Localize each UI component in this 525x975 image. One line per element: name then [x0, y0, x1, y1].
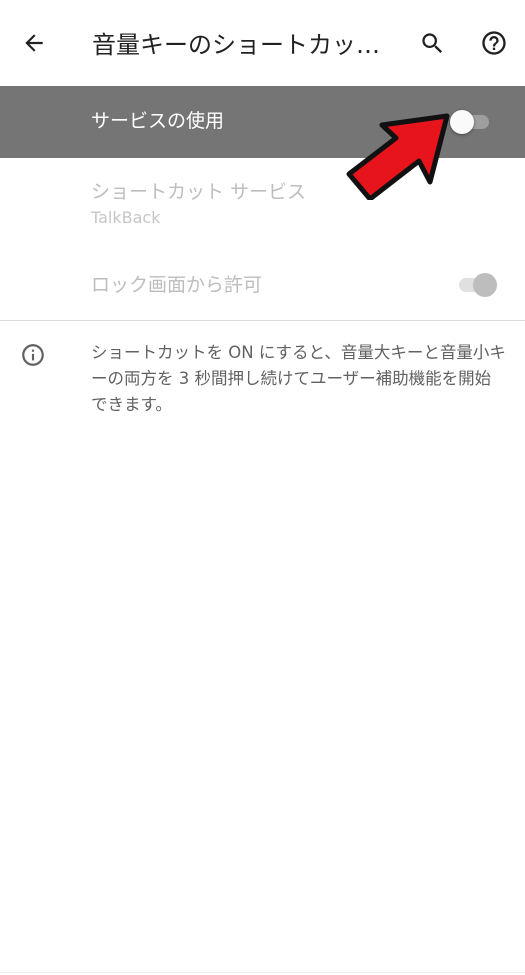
page-title: 音量キーのショートカッ…: [92, 31, 380, 59]
back-button[interactable]: [11, 20, 57, 66]
arrow-back-icon: [25, 34, 43, 52]
info-icon: [22, 344, 44, 366]
search-icon: [421, 32, 442, 53]
lock-screen-label: ロック画面から許可: [91, 274, 263, 296]
help-button[interactable]: [471, 20, 517, 66]
divider: [0, 972, 525, 973]
search-button[interactable]: [409, 20, 455, 66]
app-bar: 音量キーのショートカッ…: [0, 0, 525, 86]
info-description: ショートカットを ON にすると、音量大キーと音量小キーの両方を 3 秒間押し続…: [91, 343, 506, 414]
lock-screen-toggle[interactable]: [459, 273, 497, 297]
lock-screen-row[interactable]: ロック画面から許可: [0, 248, 525, 320]
toggle-thumb: [473, 273, 497, 297]
shortcut-service-label: ショートカット サービス: [91, 181, 307, 203]
red-arrow-annotation-icon: [346, 113, 450, 200]
shortcut-service-value: TalkBack: [91, 208, 161, 227]
screen: 音量キーのショートカッ… サービスの使用 ショートカット サービス TalkBa…: [0, 0, 525, 975]
help-circle-icon: [482, 31, 506, 55]
use-service-label: サービスの使用: [91, 110, 225, 132]
divider: [0, 320, 525, 321]
